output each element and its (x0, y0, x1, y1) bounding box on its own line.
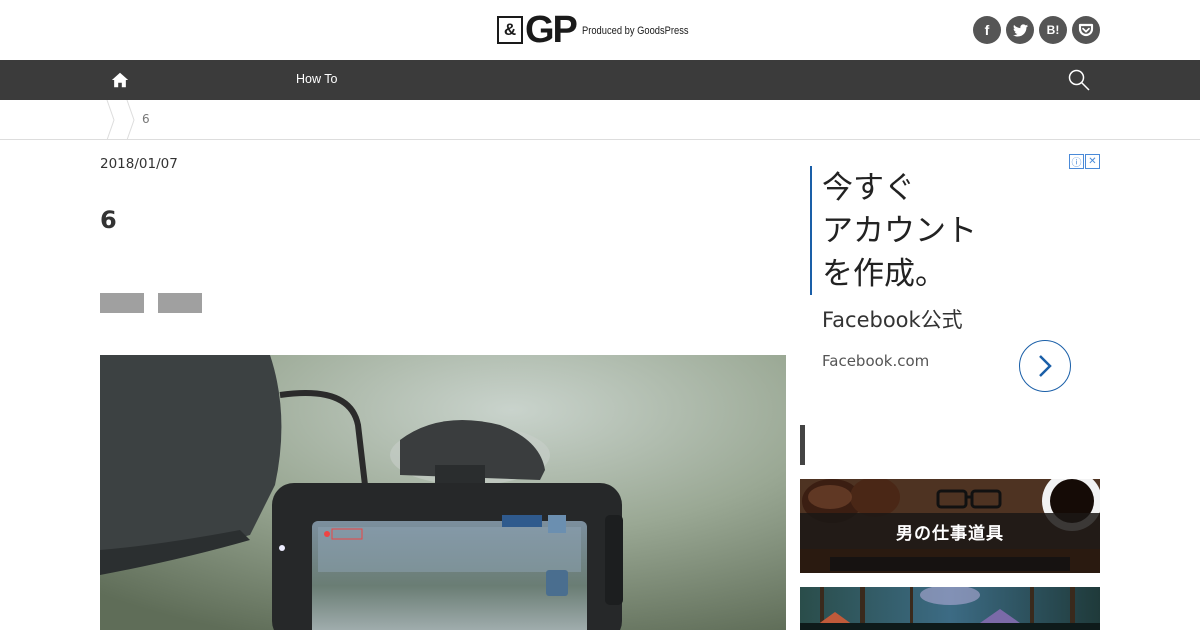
chevron-right-icon[interactable] (1019, 340, 1071, 392)
logo-tagline: Produced by GoodsPress (581, 25, 689, 37)
category-tag[interactable] (158, 293, 202, 313)
pocket-icon[interactable] (1072, 16, 1100, 44)
page-title: 6 (100, 206, 117, 234)
banner-title: 男の仕事道具 (896, 524, 1004, 544)
article-hero-image (100, 355, 786, 630)
ad-brand: Facebook公式 (822, 308, 963, 332)
logo-gp: GP (525, 9, 578, 51)
breadcrumb: 6 (0, 100, 1200, 140)
sidebar-ad[interactable]: ⓘ ✕ 今すぐ アカウント を作成。 Facebook公式 Facebook.c… (800, 152, 1100, 407)
ad-headline-line1: 今すぐ (822, 170, 915, 206)
close-icon[interactable]: ✕ (1085, 154, 1100, 169)
post-date: 2018/01/07 (100, 156, 178, 172)
category-tag[interactable] (100, 293, 144, 313)
banner-work-tools[interactable]: 男の仕事道具 (800, 479, 1100, 573)
social-share-bar: f B! (973, 16, 1100, 44)
nav-item-how-to[interactable]: How To (296, 72, 337, 86)
site-header: & GP Produced by GoodsPress f B! (0, 0, 1200, 60)
info-icon[interactable]: ⓘ (1069, 154, 1084, 169)
logo-ampersand: & (497, 16, 523, 44)
ad-choices-badge[interactable]: ⓘ ✕ (1069, 154, 1100, 169)
ad-headline-line3: を作成。 (822, 256, 946, 292)
ad-headline-line2: アカウント (822, 213, 977, 249)
search-icon[interactable] (1068, 69, 1090, 91)
section-marker (800, 425, 805, 465)
main-nav: How To (0, 60, 1200, 100)
hatena-bookmark-icon[interactable]: B! (1039, 16, 1067, 44)
facebook-icon[interactable]: f (973, 16, 1001, 44)
twitter-icon[interactable] (1006, 16, 1034, 44)
breadcrumb-separator-icon (106, 100, 135, 140)
banner-camping[interactable] (800, 587, 1100, 630)
site-logo[interactable]: & GP Produced by GoodsPress (497, 9, 707, 51)
home-icon[interactable] (111, 71, 129, 89)
ad-accent-bar (810, 166, 812, 295)
breadcrumb-current[interactable]: 6 (142, 112, 150, 126)
ad-url: Facebook.com (822, 352, 930, 370)
